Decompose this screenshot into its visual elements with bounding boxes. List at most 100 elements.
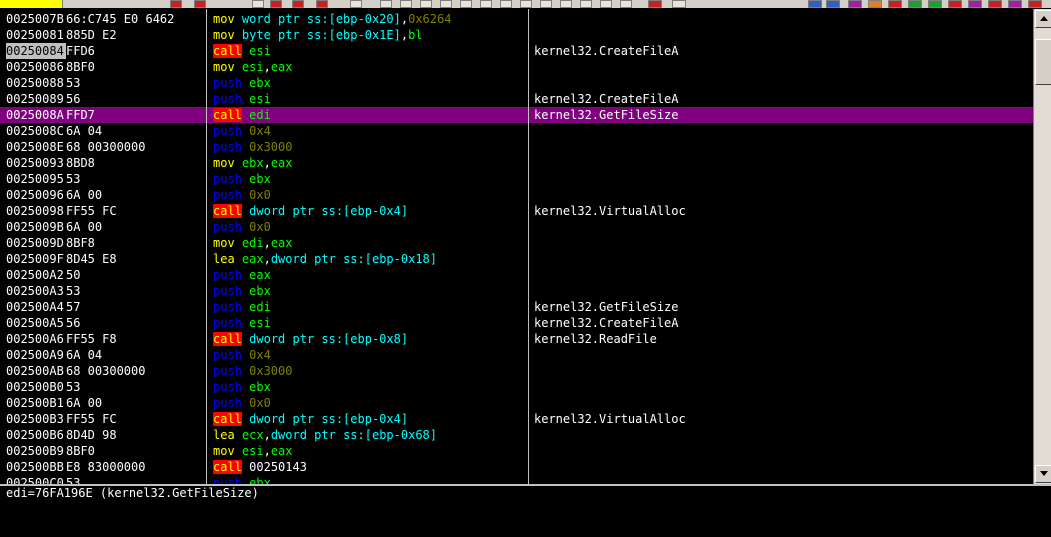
disassembly-row[interactable]: 00250084 FFD6 call esi kernel32.CreateFileA [0, 43, 1033, 59]
disassembly-row[interactable]: 002500B1 6A 00 push 0x0 [0, 395, 1033, 411]
scroll-thumb[interactable] [1035, 39, 1051, 85]
disassembly-row[interactable]: 0025008A FFD7 call edi kernel32.GetFileSize [0, 107, 1033, 123]
disasm-token: ecx [241, 428, 264, 442]
help-button[interactable] [672, 0, 686, 8]
row-address: 002500B6 [6, 428, 64, 442]
options-button[interactable] [648, 0, 662, 8]
plugin-icon-12[interactable] [1028, 0, 1042, 8]
pause-button[interactable] [194, 0, 206, 8]
address-input[interactable] [0, 0, 63, 8]
step-over-button[interactable] [270, 0, 282, 8]
log-window-button[interactable] [380, 0, 392, 8]
memory-window-button[interactable] [420, 0, 432, 8]
disassembly-row[interactable]: 00250096 6A 00 push 0x0 [0, 187, 1033, 203]
row-hex-dump: 53 [66, 76, 81, 90]
disassembly-row[interactable]: 002500B3 FF55 FC call dword ptr ss:[ebp-0x… [0, 411, 1033, 427]
row-hex-dump: 6A 00 [66, 220, 103, 234]
disassembly-row[interactable]: 002500A2 50 push eax [0, 267, 1033, 283]
row-address: 0025008E [6, 140, 64, 154]
disassembly-row[interactable]: 002500A3 53 push ebx [0, 283, 1033, 299]
row-hex-dump: 8BD8 [66, 156, 95, 170]
disassembly-row[interactable]: 002500A5 56 push esi kernel32.CreateFileA [0, 315, 1033, 331]
threads-window-button[interactable] [440, 0, 452, 8]
disassembly-row[interactable]: 0025009D 8BF8 mov edi,eax [0, 235, 1033, 251]
disasm-token: eax [270, 444, 293, 458]
breakpoints-window-button[interactable] [560, 0, 572, 8]
row-hex-dump: 53 [66, 172, 81, 186]
patches-window-button[interactable] [520, 0, 532, 8]
cpu-window-button[interactable] [500, 0, 512, 8]
row-hex-dump: FFD6 [66, 44, 95, 58]
row-disassembly: mov edi,eax [213, 235, 293, 251]
disasm-token: dword ptr ss:[ebp-0x4] [249, 412, 409, 426]
row-hex-dump: E8 83000000 [66, 460, 146, 474]
disasm-token: push [213, 188, 250, 202]
disassembly-row[interactable]: 002500A6 FF55 F8 call dword ptr ss:[ebp-0x… [0, 331, 1033, 347]
disassembly-row[interactable]: 00250089 56 push esi kernel32.CreateFileA [0, 91, 1033, 107]
disassembly-row[interactable]: 00250095 53 push ebx [0, 171, 1033, 187]
plugin-icon-3[interactable] [848, 0, 862, 8]
disassembly-row[interactable]: 0025009B 6A 00 push 0x0 [0, 219, 1033, 235]
row-address: 002500B9 [6, 444, 64, 458]
scroll-down-button[interactable] [1035, 465, 1051, 483]
disassembly-row[interactable]: 0025007B 66:C745 E0 6462 mov word ptr ss:[… [0, 11, 1033, 27]
disassembly-row[interactable]: 00250098 FF55 FC call dword ptr ss:[ebp-0x… [0, 203, 1033, 219]
disassembly-row[interactable]: 002500B6 8D4D 98 lea ecx,dword ptr ss:[ebp… [0, 427, 1033, 443]
disassembly-row[interactable]: 00250081 885D E2 mov byte ptr ss:[ebp-0x1E… [0, 27, 1033, 43]
call-stack-button[interactable] [540, 0, 552, 8]
plugin-icon-8[interactable] [948, 0, 962, 8]
plugin-icon-11[interactable] [1008, 0, 1022, 8]
source-window-button[interactable] [620, 0, 632, 8]
disassembly-pane[interactable]: 0025007B 66:C745 E0 6462 mov word ptr ss:[… [0, 9, 1033, 484]
disassembly-row[interactable]: 0025008C 6A 04 push 0x4 [0, 123, 1033, 139]
row-address: 00250093 [6, 156, 64, 170]
disassembly-row[interactable]: 002500AB 68 00300000 push 0x3000 [0, 363, 1033, 379]
run-button[interactable] [170, 0, 182, 8]
handles-window-button[interactable] [480, 0, 492, 8]
disasm-token: push [213, 92, 250, 106]
plugin-icon-6[interactable] [908, 0, 922, 8]
plugin-icon-4[interactable] [868, 0, 882, 8]
goto-button[interactable] [350, 0, 362, 8]
row-hex-dump: 50 [66, 268, 81, 282]
disassembly-row[interactable]: 00250093 8BD8 mov ebx,eax [0, 155, 1033, 171]
disassembly-row[interactable]: 0025008E 68 00300000 push 0x3000 [0, 139, 1033, 155]
disassembly-row[interactable]: 00250086 8BF0 mov esi,eax [0, 59, 1033, 75]
disassembly-row[interactable]: 002500B9 8BF0 mov esi,eax [0, 443, 1033, 459]
row-hex-dump: 6A 04 [66, 124, 103, 138]
trace-button[interactable] [292, 0, 304, 8]
run-trace-button[interactable] [600, 0, 612, 8]
plugin-icon-5[interactable] [888, 0, 902, 8]
plugin-icon-1[interactable] [808, 0, 822, 8]
disassembly-row[interactable]: 0025009F 8D45 E8 lea eax,dword ptr ss:[ebp… [0, 251, 1033, 267]
disassembly-row[interactable]: 002500B0 53 push ebx [0, 379, 1033, 395]
scroll-up-button[interactable] [1035, 10, 1051, 28]
plugin-icon-7[interactable] [928, 0, 942, 8]
plugin-icon-10[interactable] [988, 0, 1002, 8]
column-separator [206, 9, 207, 484]
disassembly-row[interactable]: 002500C0 53 push ebx [0, 475, 1033, 484]
disassembly-row[interactable]: 002500A9 6A 04 push 0x4 [0, 347, 1033, 363]
vertical-scrollbar[interactable] [1033, 9, 1051, 484]
row-hex-dump: 53 [66, 380, 81, 394]
windows-window-button[interactable] [460, 0, 472, 8]
modules-window-button[interactable] [400, 0, 412, 8]
disasm-token: mov [213, 444, 242, 458]
disasm-token: call [213, 204, 242, 218]
disassembly-row[interactable]: 00250088 53 push ebx [0, 75, 1033, 91]
disasm-token: 0x4 [249, 124, 271, 138]
row-disassembly: push edi [213, 299, 271, 315]
references-window-button[interactable] [580, 0, 592, 8]
row-comment: kernel32.VirtualAlloc [534, 412, 686, 426]
step-into-button[interactable] [252, 0, 264, 8]
execute-till-return-button[interactable] [316, 0, 328, 8]
row-comment: kernel32.ReadFile [534, 332, 657, 346]
disasm-token: push [213, 396, 250, 410]
row-address: 0025008A [6, 108, 64, 122]
plugin-icon-9[interactable] [968, 0, 982, 8]
disasm-token: , [263, 252, 271, 266]
disassembly-row[interactable]: 002500BB E8 83000000 call 00250143 [0, 459, 1033, 475]
plugin-icon-2[interactable] [826, 0, 840, 8]
disassembly-row[interactable]: 002500A4 57 push edi kernel32.GetFileSize [0, 299, 1033, 315]
row-disassembly: push esi [213, 315, 271, 331]
